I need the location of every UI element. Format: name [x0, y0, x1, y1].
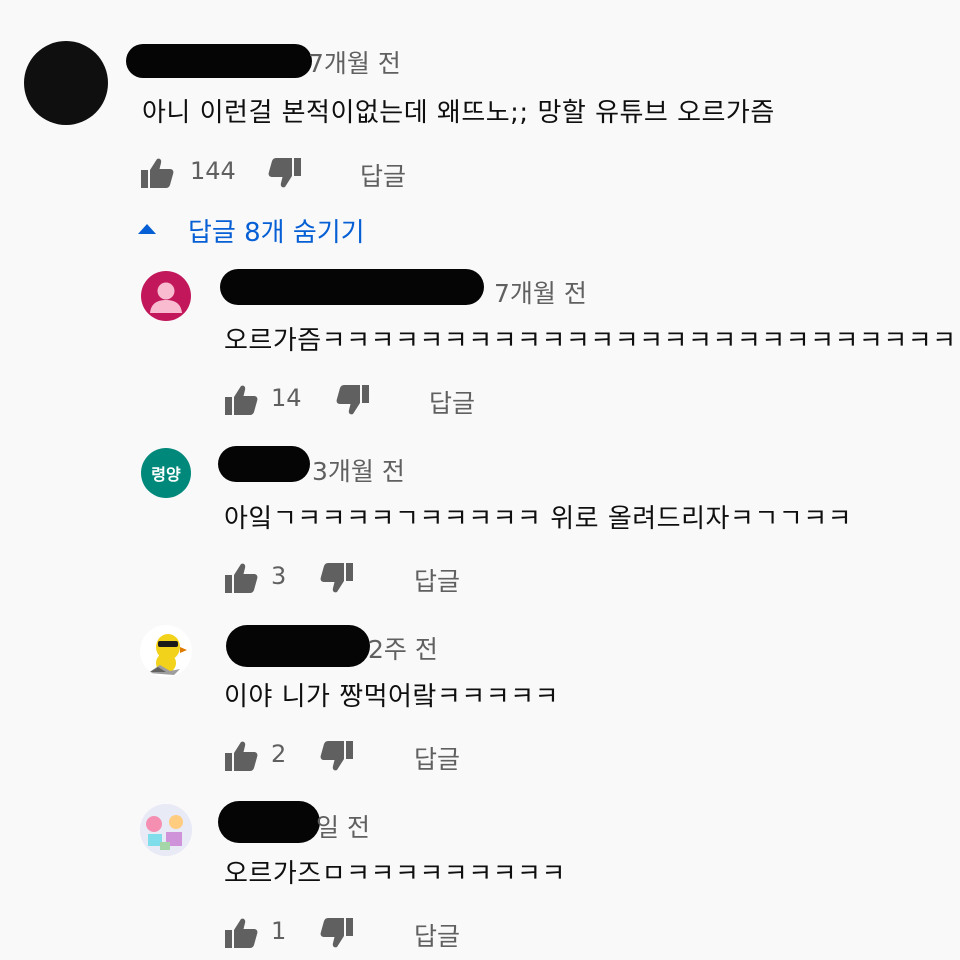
- comment-thread: 7개월 전 아니 이런걸 본적이없는데 왜뜨노;; 망할 유튜브 오르가즘 14…: [0, 0, 960, 960]
- reply-button[interactable]: 답글: [414, 917, 460, 953]
- thumbs-down-icon[interactable]: [320, 740, 354, 772]
- author-name-redacted[interactable]: [220, 269, 484, 305]
- thumbs-down-icon[interactable]: [268, 157, 302, 189]
- reply-button[interactable]: 답글: [414, 740, 460, 776]
- reply-comment: 일 전 오르가즈ㅁㅋㅋㅋㅋㅋㅋㅋㅋㅋ 1 답글: [0, 795, 960, 960]
- thumbs-up-icon[interactable]: [224, 562, 258, 594]
- reply-comment: 2주 전 이야 니가 짱먹어랔ㅋㅋㅋㅋㅋ 2 답글: [0, 620, 960, 780]
- thumbs-down-icon[interactable]: [336, 384, 370, 416]
- default-person-icon: [150, 282, 182, 313]
- thumbs-down-icon[interactable]: [320, 917, 354, 949]
- comment-actions: 3 답글: [224, 560, 524, 600]
- like-count: 144: [190, 157, 236, 185]
- reply-button[interactable]: 답글: [429, 384, 475, 420]
- reply-button[interactable]: 답글: [414, 562, 460, 598]
- reply-button[interactable]: 답글: [360, 157, 406, 193]
- comment-text: 아니 이런걸 본적이없는데 왜뜨노;; 망할 유튜브 오르가즘: [142, 98, 775, 128]
- comment-timestamp[interactable]: 3개월 전: [312, 452, 405, 488]
- comment-text: 이야 니가 짱먹어랔ㅋㅋㅋㅋㅋ: [224, 682, 559, 712]
- top-level-comment: 7개월 전 아니 이런걸 본적이없는데 왜뜨노;; 망할 유튜브 오르가즘 14…: [0, 0, 960, 200]
- photo-avatar-icon: [140, 804, 192, 856]
- like-count: 3: [271, 562, 287, 590]
- like-count: 2: [271, 740, 287, 768]
- like-count: 1: [271, 917, 287, 945]
- reply-comment: 7개월 전 오르가즘ㅋㅋㅋㅋㅋㅋㅋㅋㅋㅋㅋㅋㅋㅋㅋㅋㅋㅋㅋㅋㅋㅋㅋㅋㅋㅋㅋ 14…: [0, 260, 960, 420]
- thumbs-down-icon[interactable]: [320, 562, 354, 594]
- author-name-redacted[interactable]: [218, 801, 320, 843]
- avatar[interactable]: [140, 804, 192, 856]
- comment-timestamp[interactable]: 7개월 전: [308, 44, 401, 80]
- avatar[interactable]: [141, 271, 191, 321]
- avatar[interactable]: 령양: [141, 448, 191, 498]
- comment-text: 오르가즘ㅋㅋㅋㅋㅋㅋㅋㅋㅋㅋㅋㅋㅋㅋㅋㅋㅋㅋㅋㅋㅋㅋㅋㅋㅋㅋㅋ: [224, 326, 960, 356]
- yellow-bird-icon: [148, 634, 187, 675]
- comment-actions: 144 답글: [140, 155, 440, 195]
- like-count: 14: [271, 384, 302, 412]
- thumbs-up-icon[interactable]: [224, 384, 258, 416]
- comment-actions: 14 답글: [224, 382, 524, 422]
- comment-timestamp[interactable]: 일 전: [316, 808, 370, 844]
- author-name-redacted[interactable]: [126, 44, 312, 78]
- avatar[interactable]: [140, 625, 192, 677]
- author-name-redacted[interactable]: [226, 625, 370, 667]
- thumbs-up-icon[interactable]: [224, 740, 258, 772]
- thumbs-up-icon[interactable]: [140, 157, 174, 189]
- hide-replies-label: 답글 8개 숨기기: [188, 218, 365, 248]
- comment-actions: 2 답글: [224, 738, 524, 778]
- avatar[interactable]: [24, 41, 108, 125]
- comment-text: 아잌ㄱㅋㅋㅋㅋㄱㅋㅋㅋㅋㅋ 위로 올려드리자ㅋㄱㄱㅋㅋ: [224, 504, 853, 534]
- comment-actions: 1 답글: [224, 915, 524, 955]
- comment-text: 오르가즈ㅁㅋㅋㅋㅋㅋㅋㅋㅋㅋ: [224, 859, 566, 889]
- caret-up-icon: [138, 224, 156, 234]
- author-name-redacted[interactable]: [218, 446, 310, 482]
- avatar-initials: 령양: [151, 465, 181, 484]
- thumbs-up-icon[interactable]: [224, 917, 258, 949]
- comment-timestamp[interactable]: 2주 전: [368, 630, 438, 666]
- reply-comment: 령양 3개월 전 아잌ㄱㅋㅋㅋㅋㄱㅋㅋㅋㅋㅋ 위로 올려드리자ㅋㄱㄱㅋㅋ 3 답…: [0, 440, 960, 600]
- comment-timestamp[interactable]: 7개월 전: [494, 274, 587, 310]
